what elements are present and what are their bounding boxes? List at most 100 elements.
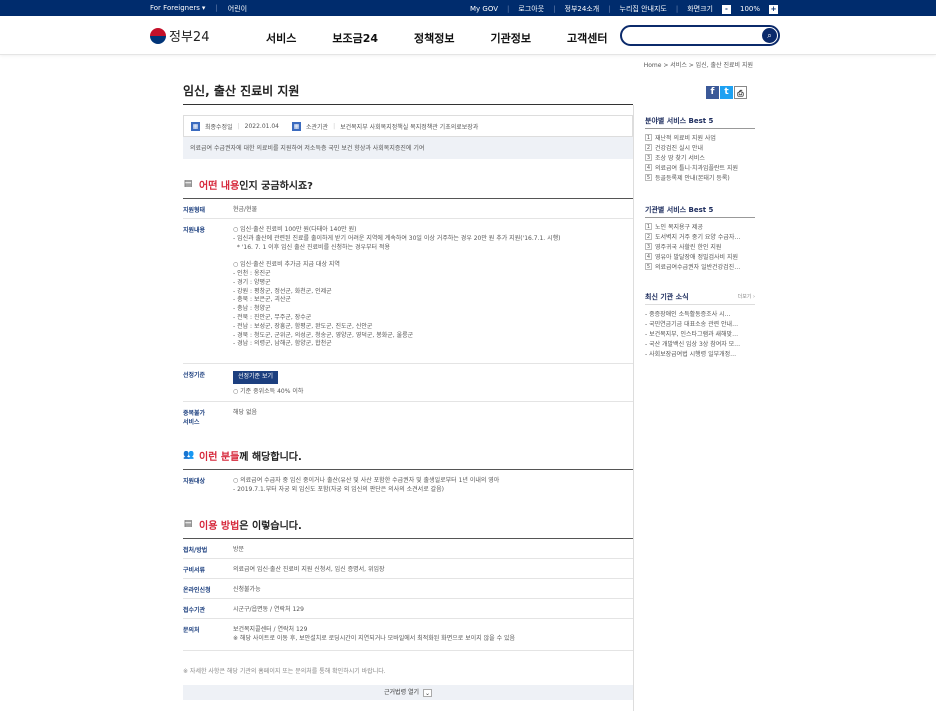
- divider: [645, 128, 755, 129]
- users-icon: 👥: [183, 450, 195, 460]
- row-value: ○ 임신·출산 진료비 100만 원(다태아 140만 원) - 임신과 출산에…: [233, 226, 561, 348]
- divider: |: [333, 122, 336, 130]
- row-label: 지원형태: [183, 207, 206, 214]
- list-item[interactable]: - 국산 개발백신 임상 3상 참여자 모…: [645, 338, 755, 348]
- row-online: 온라인신청 신청불가능: [183, 579, 633, 599]
- sidebar-best-agency: 기관별 서비스 Best 5 1 노인 복지용구 제공 2 도서벽지 거주 중기 요…: [645, 205, 755, 271]
- breadcrumb: Home > 서비스 > 임신, 출산 진료비 지원: [643, 62, 753, 69]
- row-contact: 문의처 보건복지콜센터 / 연락처 129 ※ 해당 사이트로 이동 후, 보안…: [183, 619, 633, 651]
- list-item[interactable]: 4 의료급여 틀니·치과임플란트 지원: [645, 162, 755, 172]
- section-title-highlight: 어떤 내용: [199, 180, 240, 192]
- page-title: 임신, 출산 진료비 지원: [183, 84, 300, 98]
- row-target: 지원대상 ○ 의료급여 수급자 중 임신 중이거나 출산(유산 및 사산 포함한…: [183, 470, 633, 500]
- search-box: ⌕: [620, 25, 780, 48]
- list-item[interactable]: 2 건강검진 실시 안내: [645, 142, 755, 152]
- list-item[interactable]: 5 등골등록제 안내(본태기 등록): [645, 172, 755, 182]
- divider: [183, 104, 633, 105]
- organization-icon: ▦: [292, 121, 301, 131]
- chevron-down-icon: ▾: [201, 4, 206, 12]
- nav-services[interactable]: 서비스: [266, 30, 296, 46]
- section-title: 께 해당합니다.: [239, 451, 302, 463]
- list-item[interactable]: 3 영주귀국 사할린 한인 지원: [645, 241, 755, 251]
- list-item[interactable]: - 보건복지부, 인스타그램과 새해맞…: [645, 328, 755, 338]
- row-label: 선정기준: [183, 372, 206, 379]
- calendar-icon: ▦: [191, 121, 200, 131]
- main-nav: 서비스 보조금24 정책정보 기관정보 고객센터: [266, 30, 608, 46]
- row-support-content: 지원내용 ○ 임신·출산 진료비 100만 원(다태아 140만 원) - 임신…: [183, 219, 633, 364]
- nav-agency[interactable]: 기관정보: [491, 30, 531, 46]
- row-support-form: 지원형태 현금/현물: [183, 199, 633, 219]
- legal-basis-toggle[interactable]: 근거법령 열기 ⌄: [183, 685, 633, 700]
- utility-bar: For Foreigners ▾ | 어린이 My GOV | 로그아웃 | 정…: [0, 0, 936, 16]
- list-icon: ▤: [183, 519, 193, 529]
- section-title-highlight: 이용 방법: [199, 520, 240, 532]
- nav-subsidy[interactable]: 보조금24: [332, 30, 378, 46]
- meta-info: ▦ 최종수정일 | 2022.01.04 ▦ 소관기관 | 보건복지부 사회복지…: [183, 115, 633, 137]
- intro-link[interactable]: 정부24소개: [565, 4, 600, 14]
- divider: [645, 217, 755, 218]
- nav-customer[interactable]: 고객센터: [567, 30, 607, 46]
- zoom-level: 100%: [739, 5, 760, 13]
- for-foreigners-link[interactable]: For Foreigners: [150, 4, 200, 14]
- divider: [633, 105, 634, 711]
- row-value: ○ 기준 중위소득 40% 이하: [233, 387, 304, 395]
- list-item[interactable]: 4 영유아 발달장애 정밀검사비 지원: [645, 251, 755, 261]
- divider: |: [237, 122, 240, 130]
- list-item[interactable]: - 사회보장급여법 시행령 일부개정…: [645, 348, 755, 358]
- row-label: 접처/방법: [183, 547, 208, 554]
- row-label: 접수기관: [183, 607, 206, 614]
- row-value: 현금/현물: [233, 206, 258, 213]
- sidebar-title: 최신 기관 소식 더보기 ›: [645, 293, 755, 301]
- divider: [645, 304, 755, 305]
- more-link[interactable]: 더보기 ›: [738, 293, 755, 300]
- facebook-icon[interactable]: f: [706, 86, 719, 99]
- list-item[interactable]: 5 의료급여수급권자 일반건강검진…: [645, 261, 755, 271]
- row-label: 중복불가 서비스: [183, 410, 206, 426]
- row-value: 방문: [233, 546, 245, 553]
- divider: |: [553, 5, 556, 13]
- row-label: 지원대상: [183, 478, 206, 485]
- section-title: 은 이렇습니다.: [239, 520, 302, 532]
- search-icon[interactable]: ⌕: [762, 28, 777, 43]
- section-title: 인지 궁금하시죠?: [239, 180, 313, 192]
- sitemap-link[interactable]: 누리집 안내지도: [620, 4, 667, 14]
- sidebar-best-field: 분야별 서비스 Best 5 1 재난적 의료비 지원 사업 2 건강검진 실시 안…: [645, 116, 755, 182]
- row-value: 신청불가능: [233, 586, 261, 593]
- section-method: ▤ 이용 방법은 이렇습니다.: [183, 516, 633, 539]
- kids-link[interactable]: 어린이: [228, 4, 247, 14]
- print-icon[interactable]: ⎙: [734, 86, 747, 99]
- row-criteria: 선정기준 선정기준 보기 ○ 기준 중위소득 40% 이하: [183, 364, 633, 402]
- divider: |: [608, 5, 611, 13]
- nav-policy[interactable]: 정책정보: [414, 30, 454, 46]
- list-item[interactable]: 3 조상 땅 찾기 서비스: [645, 152, 755, 162]
- mygov-link[interactable]: My GOV: [470, 5, 498, 13]
- row-label: 구비서류: [183, 567, 206, 574]
- list-item[interactable]: 1 노인 복지용구 제공: [645, 221, 755, 231]
- org-label: 소관기관: [306, 123, 329, 131]
- updated-label: 최종수정일: [205, 123, 233, 131]
- row-value: ○ 의료급여 수급자 중 임신 중이거나 출산(유산 및 사산 포함한 수급권자…: [233, 477, 500, 493]
- logo[interactable]: 정부24: [150, 26, 209, 45]
- section-content: ▤ 어떤 내용인지 궁금하시죠?: [183, 176, 633, 199]
- row-office: 접수기관 시군구/읍면동 / 연락처 129: [183, 599, 633, 619]
- logo-text: 정부24: [169, 30, 210, 45]
- row-label: 문의처: [183, 627, 200, 634]
- list-item[interactable]: - 중증장애인 소득활동증조사 시…: [645, 308, 755, 318]
- sidebar-title: 기관별 서비스 Best 5: [645, 206, 714, 214]
- twitter-icon[interactable]: t: [720, 86, 733, 99]
- list-item[interactable]: - 국민연금기금 대표소송 관련 안내…: [645, 318, 755, 328]
- chevron-down-icon: ⌄: [422, 688, 432, 697]
- row-value: 의료급여 임신·출산 진료비 지원 신청서, 임신 증명서, 위임장: [233, 566, 385, 573]
- logout-link[interactable]: 로그아웃: [518, 4, 544, 14]
- zoom-out-button[interactable]: -: [721, 4, 731, 14]
- list-item[interactable]: 1 재난적 의료비 지원 사업: [645, 132, 755, 142]
- search-input[interactable]: [630, 31, 760, 48]
- footnote: ※ 자세한 사항은 해당 기관의 홈페이지 또는 문의처를 통해 확인하시기 바…: [183, 668, 386, 675]
- sidebar-title: 분야별 서비스 Best 5: [645, 117, 714, 125]
- divider: |: [507, 5, 510, 13]
- list-item[interactable]: 2 도서벽지 거주 중기 요양 수급자…: [645, 231, 755, 241]
- toggle-label: 근거법령 열기: [384, 689, 420, 696]
- zoom-in-button[interactable]: +: [769, 4, 778, 14]
- view-criteria-button[interactable]: 선정기준 보기: [233, 371, 279, 384]
- row-value: 해당 없음: [233, 409, 257, 416]
